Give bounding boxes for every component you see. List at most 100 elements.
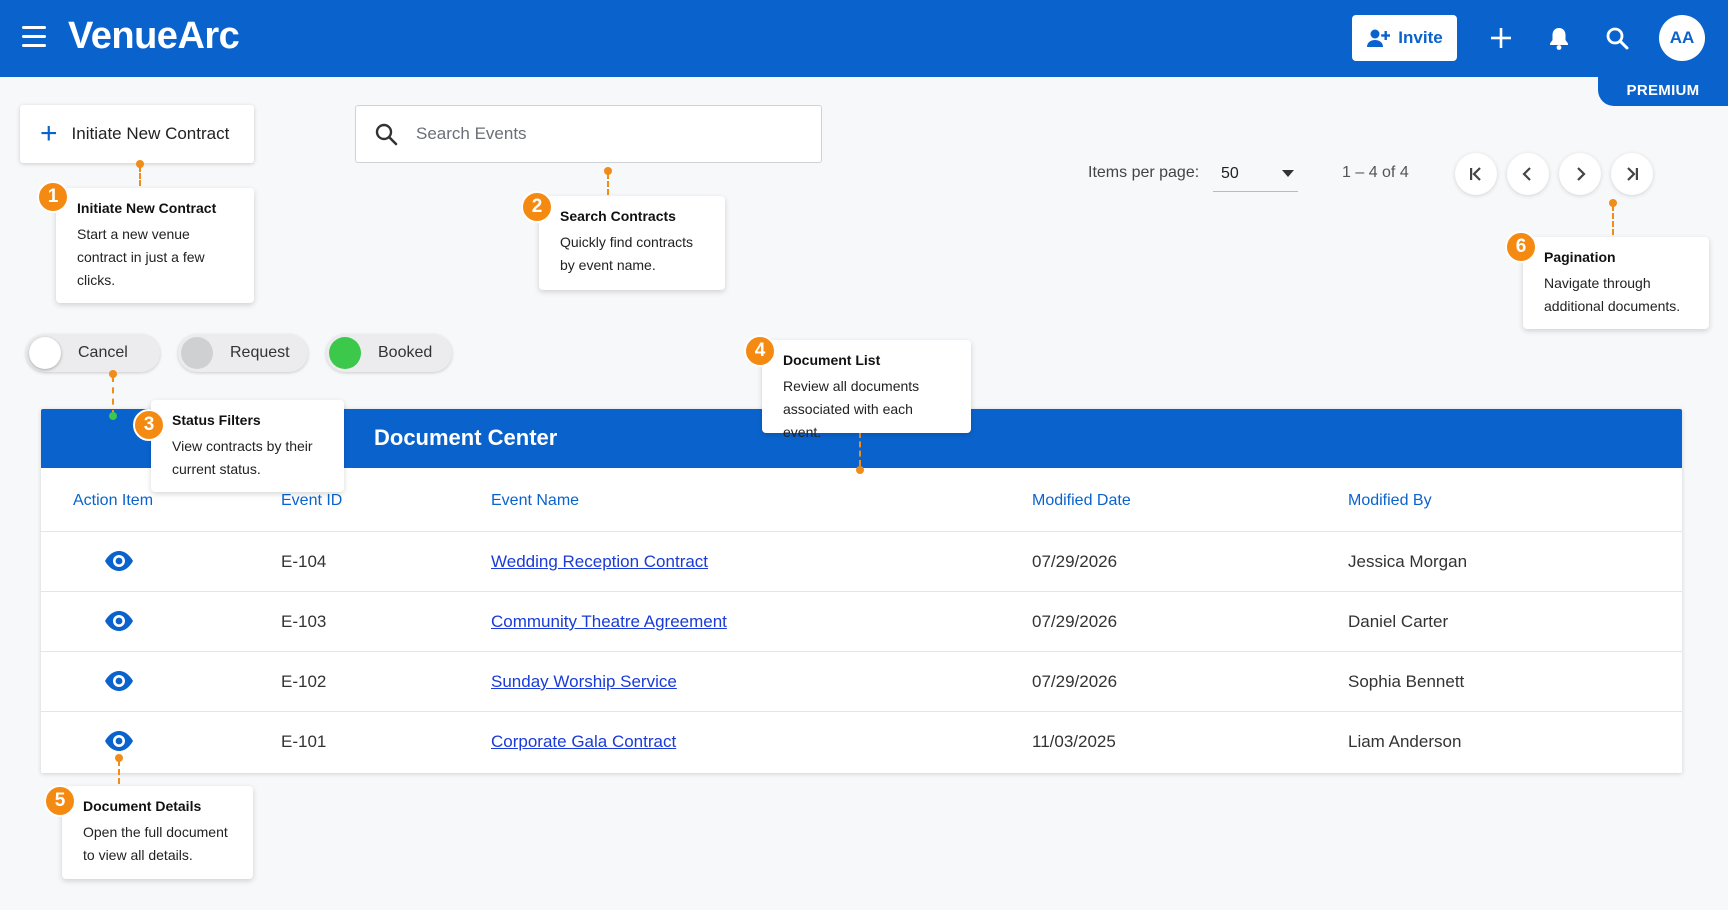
- eye-icon[interactable]: [104, 609, 134, 633]
- search-icon: [375, 123, 398, 146]
- last-page-icon: [1627, 167, 1638, 181]
- modified-date-cell: 07/29/2026: [1032, 672, 1118, 691]
- connector-dot: [856, 466, 864, 474]
- modified-by-cell: Jessica Morgan: [1348, 552, 1468, 571]
- callout-status-filters: Status Filters View contracts by their c…: [151, 400, 344, 492]
- connector-dot: [109, 412, 117, 420]
- filter-request[interactable]: Request: [178, 334, 308, 372]
- callout-desc-line: Review all documents: [783, 378, 920, 394]
- app-logo: VenueArc: [68, 15, 240, 57]
- column-header-event-name[interactable]: Event Name: [491, 492, 579, 510]
- items-per-page-select[interactable]: 50: [1213, 156, 1298, 192]
- chevron-down-icon: [1282, 170, 1294, 177]
- previous-page-button[interactable]: [1507, 153, 1549, 195]
- callout-title: Status Filters: [172, 412, 261, 428]
- callout-desc-line: associated with each event.: [783, 401, 913, 440]
- modified-date-cell: 07/29/2026: [1032, 612, 1118, 631]
- callout-document-details: Document Details Open the full document …: [62, 786, 253, 879]
- event-name-link[interactable]: Community Theatre Agreement: [491, 612, 727, 631]
- card-title: Document Center: [374, 425, 558, 450]
- callout-desc-line: clicks.: [77, 272, 116, 288]
- filter-cancel-label: Cancel: [78, 344, 128, 361]
- event-name-link[interactable]: Wedding Reception Contract: [491, 552, 708, 571]
- search-field[interactable]: [355, 105, 822, 163]
- modified-by-cell: Daniel Carter: [1348, 612, 1449, 631]
- modified-date-cell: 11/03/2025: [1032, 732, 1116, 751]
- items-per-page-value: 50: [1221, 164, 1239, 182]
- user-avatar[interactable]: AA: [1659, 15, 1705, 61]
- eye-icon[interactable]: [104, 669, 134, 693]
- step-badge-3: 3: [133, 409, 165, 441]
- chevron-left-icon: [1522, 167, 1531, 181]
- connector-line: [139, 166, 141, 186]
- menu-icon[interactable]: [22, 26, 46, 48]
- first-page-icon: [1470, 167, 1481, 181]
- column-header-event-id[interactable]: Event ID: [281, 492, 342, 510]
- connector-line: [112, 376, 114, 416]
- callout-title: Pagination: [1544, 249, 1616, 265]
- status-dot-cancel: [29, 337, 61, 369]
- filter-request-label: Request: [230, 344, 290, 361]
- modified-by-cell: Liam Anderson: [1348, 732, 1462, 751]
- user-plus-icon: [1367, 29, 1391, 47]
- modified-date-cell: 07/29/2026: [1032, 552, 1118, 571]
- event-id-cell: E-104: [281, 552, 327, 571]
- modified-by-cell: Sophia Bennett: [1348, 672, 1465, 691]
- table-row: E-103 Community Theatre Agreement 07/29/…: [41, 591, 1682, 651]
- table-row: E-102 Sunday Worship Service 07/29/2026 …: [41, 651, 1682, 711]
- last-page-button[interactable]: [1611, 153, 1653, 195]
- plus-icon[interactable]: [1485, 22, 1517, 54]
- callout-pagination: Pagination Navigate through additional d…: [1523, 237, 1709, 329]
- filter-cancel[interactable]: Cancel: [26, 334, 160, 372]
- event-id-cell: E-101: [281, 732, 327, 751]
- callout-document-list: Document List Review all documents assoc…: [762, 340, 971, 440]
- callout-desc-line: Navigate through: [1544, 275, 1651, 291]
- callout-desc-line: by event name.: [560, 257, 656, 273]
- table-row: E-101 Corporate Gala Contract 11/03/2025…: [41, 711, 1682, 771]
- callout-desc-line: Start a new venue: [77, 226, 190, 242]
- event-name-link[interactable]: Sunday Worship Service: [491, 672, 677, 691]
- search-events-input[interactable]: [416, 124, 776, 144]
- callout-desc-line: additional documents.: [1544, 298, 1681, 314]
- eye-icon[interactable]: [104, 549, 134, 573]
- invite-button[interactable]: Invite: [1352, 15, 1457, 61]
- event-name-link[interactable]: Corporate Gala Contract: [491, 732, 676, 751]
- premium-badge: PREMIUM: [1598, 74, 1728, 106]
- callout-desc-line: current status.: [172, 461, 261, 477]
- items-per-page-label: Items per page:: [1088, 164, 1200, 181]
- callout-search-contracts: Search Contracts Quickly find contracts …: [539, 196, 725, 290]
- filter-booked[interactable]: Booked: [326, 334, 452, 372]
- event-id-cell: E-103: [281, 612, 327, 631]
- bell-icon[interactable]: [1543, 22, 1575, 54]
- callout-title: Document List: [783, 352, 881, 368]
- step-badge-2: 2: [521, 191, 553, 223]
- search-icon[interactable]: [1601, 22, 1633, 54]
- step-badge-4: 4: [744, 335, 776, 367]
- callout-initiate-new-contract: Initiate New Contract Start a new venue …: [56, 188, 254, 303]
- connector-line: [607, 173, 609, 195]
- event-id-cell: E-102: [281, 672, 327, 691]
- step-badge-5: 5: [44, 785, 76, 817]
- callout-title: Document Details: [83, 798, 202, 814]
- callout-desc-line: contract in just a few: [77, 249, 205, 265]
- status-dot-booked: [329, 337, 361, 369]
- first-page-button[interactable]: [1455, 153, 1497, 195]
- callout-desc-line: View contracts by their: [172, 438, 313, 454]
- callout-desc-line: Open the full document: [83, 824, 228, 840]
- callout-desc-line: Quickly find contracts: [560, 234, 694, 250]
- column-header-action-item[interactable]: Action Item: [73, 492, 153, 510]
- connector-line: [118, 760, 120, 784]
- connector-line: [1612, 205, 1614, 235]
- chevron-right-icon: [1577, 167, 1586, 181]
- step-badge-1: 1: [37, 181, 69, 213]
- step-badge-6: 6: [1505, 231, 1537, 263]
- eye-icon[interactable]: [104, 729, 134, 753]
- column-header-modified-date[interactable]: Modified Date: [1032, 492, 1131, 510]
- column-header-modified-by[interactable]: Modified By: [1348, 492, 1432, 510]
- next-page-button[interactable]: [1559, 153, 1601, 195]
- initiate-new-contract-button[interactable]: + Initiate New Contract: [20, 105, 254, 163]
- callout-title: Initiate New Contract: [77, 200, 217, 216]
- initiate-new-contract-label: Initiate New Contract: [71, 124, 230, 143]
- filter-booked-label: Booked: [378, 344, 433, 361]
- status-dot-request: [181, 337, 213, 369]
